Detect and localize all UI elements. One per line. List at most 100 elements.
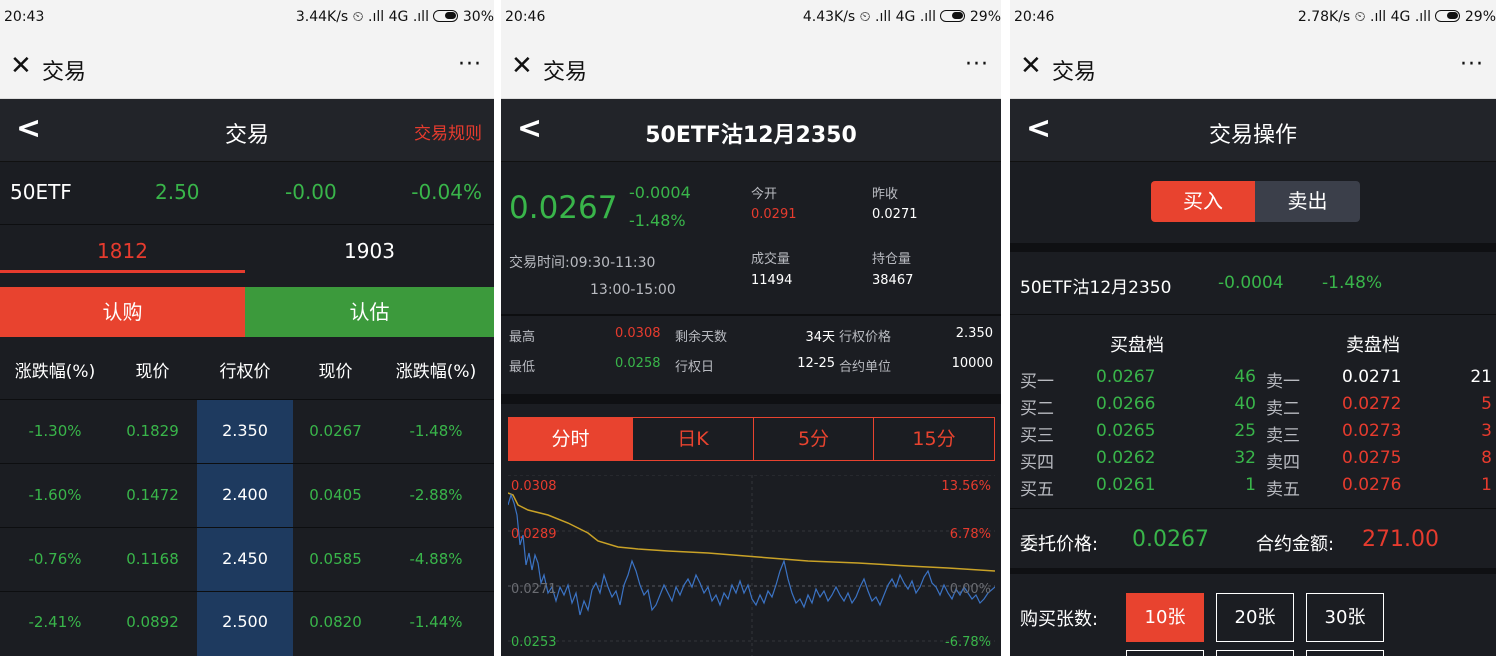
sell-toggle[interactable]: 卖出 (1255, 181, 1360, 222)
pct-label-low: -6.78% (945, 635, 991, 650)
prev-close-value: 0.0271 (872, 207, 918, 222)
more-icon[interactable]: ··· (458, 52, 482, 77)
contract-change: -0.0004 (1218, 273, 1284, 293)
trading-time-label: 交易时间:09:30-11:30 (509, 255, 656, 271)
stats-row-high: 最高 0.0308 剩余天数 34天 行权价格 2.350 (509, 326, 993, 345)
qty-button-partial[interactable] (1216, 650, 1294, 656)
underlying-change: -0.00 (285, 180, 337, 204)
trading-time-afternoon: 13:00-15:00 (590, 282, 676, 298)
qty-button-partial[interactable] (1126, 650, 1204, 656)
col-put-pct: 涨跌幅(%) (395, 362, 477, 382)
buy-toggle[interactable]: 买入 (1151, 181, 1255, 222)
chart-svg (508, 475, 995, 656)
status-bar: 20:46 4.43K/s ⏲ .ıll 4G .ıll 29% (501, 0, 1001, 37)
tab-5min[interactable]: 5分 (753, 417, 874, 461)
underlying-pct: -0.04% (411, 180, 482, 204)
battery-icon (1435, 10, 1461, 22)
volume-value: 11494 (751, 273, 793, 288)
y-label-mid: 0.0289 (511, 527, 557, 542)
page-header: < 交易操作 (1010, 99, 1496, 162)
status-time: 20:43 (4, 9, 45, 25)
status-info: 2.78K/s ⏲ .ıll 4G .ıll 29% (1297, 9, 1496, 25)
tab-indicator (0, 270, 245, 273)
chain-header-row: 涨跌幅(%) 现价 行权价 现价 涨跌幅(%) (0, 337, 494, 399)
tab-15min[interactable]: 15分 (873, 417, 995, 461)
table-row[interactable]: -0.76% 0.1168 2.450 0.0585 -4.88% (0, 527, 494, 591)
section-divider (501, 394, 1001, 404)
open-interest-value: 38467 (872, 273, 914, 288)
page-header: < 50ETF沽12月2350 (501, 99, 1001, 162)
pct-label-high: 13.56% (941, 479, 991, 494)
app-title-bar: ✕ 交易 ··· (501, 37, 1001, 99)
order-book-row[interactable]: 买五 0.0261 1 卖五 0.0276 1 (1010, 475, 1496, 502)
more-icon[interactable]: ··· (965, 52, 989, 77)
tab-month-1903[interactable]: 1903 (245, 225, 494, 287)
trading-rules-link[interactable]: 交易规则 (414, 119, 482, 144)
stats-row-low: 最低 0.0258 行权日 12-25 合约单位 10000 (509, 356, 993, 375)
section-divider (1010, 243, 1496, 252)
battery-icon (433, 10, 459, 22)
col-call-price: 现价 (135, 362, 170, 382)
status-bar: 20:46 2.78K/s ⏲ .ıll 4G .ıll 29% (1010, 0, 1496, 37)
amount-value: 271.00 (1362, 527, 1439, 552)
app-title: 交易 (543, 60, 588, 85)
qty-10-button[interactable]: 10张 (1126, 593, 1204, 642)
contract-pct: -1.48% (1322, 273, 1383, 293)
order-book-row[interactable]: 买一 0.0267 46 卖一 0.0271 21 (1010, 367, 1496, 394)
prev-close-label: 昨收 (872, 187, 899, 202)
qty-20-button[interactable]: 20张 (1216, 593, 1294, 642)
order-book-row[interactable]: 买四 0.0262 32 卖四 0.0275 8 (1010, 448, 1496, 475)
open-value: 0.0291 (751, 207, 797, 222)
pct-label-base: 0.00% (949, 582, 991, 597)
qty-30-button[interactable]: 30张 (1306, 593, 1384, 642)
volume-label: 成交量 (751, 252, 791, 267)
close-icon[interactable]: ✕ (1020, 51, 1042, 81)
ask-title: 卖盘档 (1346, 335, 1400, 356)
trade-operation-screen: 20:46 2.78K/s ⏲ .ıll 4G .ıll 29% ✕ 交易 ··… (1010, 0, 1496, 656)
page-title: 交易操作 (1208, 123, 1297, 148)
close-icon[interactable]: ✕ (511, 51, 533, 81)
order-price-value[interactable]: 0.0267 (1132, 527, 1209, 552)
app-title: 交易 (1052, 60, 1097, 85)
price-pct: -1.48% (629, 211, 686, 230)
y-label-high: 0.0308 (511, 479, 557, 494)
bid-title: 买盘档 (1110, 335, 1164, 356)
intraday-chart: 0.0308 0.0289 0.0271 0.0253 13.56% 6.78%… (508, 475, 995, 656)
page-header: < 交易 交易规则 (0, 99, 494, 162)
qty-button-partial[interactable] (1306, 650, 1384, 656)
app-title-bar: ✕ 交易 ··· (1010, 37, 1496, 99)
y-label-base: 0.0271 (511, 582, 557, 597)
app-title: 交易 (42, 60, 87, 85)
table-row[interactable]: -1.30% 0.1829 2.350 0.0267 -1.48% (0, 399, 494, 463)
underlying-name: 50ETF (10, 180, 72, 204)
tab-daily-k[interactable]: 日K (632, 417, 754, 461)
more-icon[interactable]: ··· (1460, 52, 1484, 77)
put-button[interactable]: 认估 (245, 287, 494, 337)
price-change: -0.0004 (629, 183, 691, 202)
order-book-row[interactable]: 买三 0.0265 25 卖三 0.0273 3 (1010, 421, 1496, 448)
status-info: 3.44K/s ⏲ .ıll 4G .ıll 30% (295, 9, 494, 25)
open-label: 今开 (751, 187, 778, 202)
y-label-low: 0.0253 (511, 635, 557, 650)
col-strike: 行权价 (219, 362, 271, 382)
underlying-price: 2.50 (155, 180, 200, 204)
section-divider (1010, 568, 1496, 574)
amount-label: 合约金额: (1256, 534, 1335, 555)
status-bar: 20:43 3.44K/s ⏲ .ıll 4G .ıll 30% (0, 0, 494, 37)
tab-intraday[interactable]: 分时 (508, 417, 633, 461)
close-icon[interactable]: ✕ (10, 51, 32, 81)
table-row[interactable]: -2.41% 0.0892 2.500 0.0820 -1.44% (0, 591, 494, 655)
col-call-pct: 涨跌幅(%) (14, 362, 96, 382)
call-button[interactable]: 认购 (0, 287, 245, 337)
app-title-bar: ✕ 交易 ··· (0, 37, 494, 99)
battery-icon (940, 10, 966, 22)
page-title: 50ETF沽12月2350 (645, 123, 857, 148)
pct-label-mid: 6.78% (949, 527, 991, 542)
tab-month-1812[interactable]: 1812 (0, 225, 245, 287)
status-info: 4.43K/s ⏲ .ıll 4G .ıll 29% (802, 9, 1001, 25)
last-price: 0.0267 (509, 190, 618, 226)
table-row[interactable]: -1.60% 0.1472 2.400 0.0405 -2.88% (0, 463, 494, 527)
order-book-row[interactable]: 买二 0.0266 40 卖二 0.0272 5 (1010, 394, 1496, 421)
col-put-price: 现价 (318, 362, 353, 382)
contract-name: 50ETF沽12月2350 (1020, 278, 1172, 298)
